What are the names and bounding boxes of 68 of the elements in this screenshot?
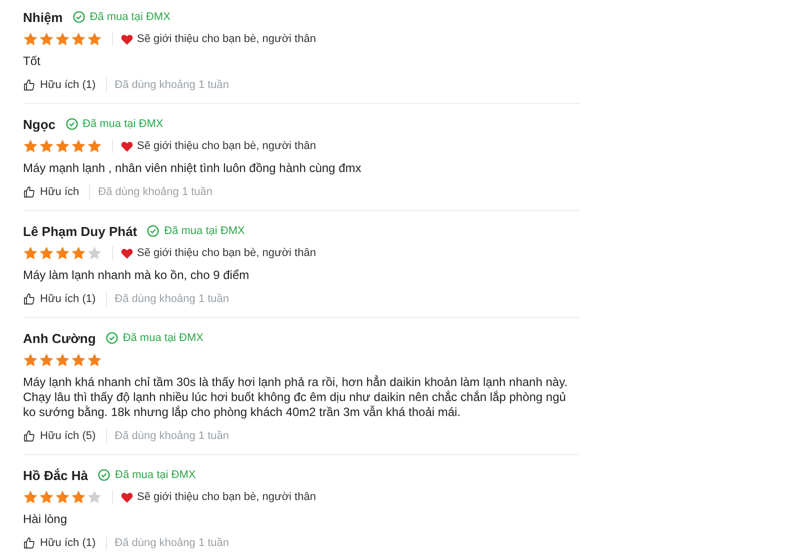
star-icon [55,139,70,153]
purchase-label: Đã mua tại ĐMX [122,332,204,344]
star-icon [39,32,54,46]
usage-duration: Đã dùng khoảng 1 tuần [114,293,230,305]
usage-duration: Đã dùng khoảng 1 tuần [98,186,213,198]
helpful-button[interactable]: Hữu ích (1) [23,293,96,305]
star-icon [23,490,38,504]
star-icon [23,32,38,46]
recommend-text: Sẽ giới thiệu cho bạn bè, người thân [137,247,316,259]
check-circle-icon [66,118,78,130]
review-text: Máy lạnh khá nhanh chỉ tầm 30s là thấy hơi lạnh phả ra rồi, hơn hẳn daikin khoản làm lạnh nhanh này. Chạy lâu thì thấy độ lạnh nhiều lúc hơi buốt không đc êm dịu như daikin nên chắc chắn lắp phòng ngủ ko sướng bằng. 18k nhưng lắp cho phòng khách 40m2 trần 3m vẫn khá thoải mái. [23,375,569,420]
star-icon [87,490,102,504]
star-icon [55,246,70,260]
reviewer-name: Lê Phạm Duy Phát [23,224,138,238]
helpful-button[interactable]: Hữu ích (5) [23,430,96,442]
heart-icon [121,140,133,152]
usage-duration: Đã dùng khoảng 1 tuần [114,537,230,549]
helpful-button[interactable]: Hữu ích (1) [23,79,96,91]
thumbs-up-icon [23,430,35,442]
reviewer-name: Nhiệm [23,10,63,24]
check-circle-icon [72,11,85,23]
reviewer-name: Hồ Đắc Hà [23,468,88,482]
star-icon [55,353,70,367]
purchase-label: Đã mua tại ĐMX [90,11,170,23]
check-circle-icon [106,332,118,344]
purchase-label: Đã mua tại ĐMX [82,118,164,130]
recommend-text: Sẽ giới thiệu cho bạn bè, người thân [137,140,316,152]
star-icon [55,490,70,504]
star-icon [39,490,54,504]
star-icon [87,246,102,260]
recommend-text: Sẽ giới thiệu cho bạn bè, người thân [137,33,316,45]
heart-icon [121,248,133,258]
thumbs-up-icon [23,79,35,91]
purchase-label: Đã mua tại ĐMX [164,225,245,237]
helpful-button[interactable]: Hữu ích (1) [23,537,96,549]
recommend-text: Sẽ giới thiệu cho bạn bè, người thân [137,491,316,503]
review-text: Tốt [23,54,42,69]
thumbs-up-icon [23,293,35,305]
star-icon [23,246,38,260]
star-icon [87,32,102,46]
thumbs-up-icon [23,186,35,198]
star-icon [71,139,86,153]
star-icon [87,139,102,153]
star-icon [23,139,38,153]
check-circle-icon [147,225,160,237]
star-icon [71,246,86,260]
usage-duration: Đã dùng khoảng 1 tuần [114,79,230,91]
star-icon [23,353,38,367]
review-text: Máy mạnh lạnh , nhân viên nhiệt tình luôn đồng hành cùng đmx [23,161,362,176]
star-icon [71,490,86,504]
star-icon [39,139,54,153]
review-text: Máy làm lạnh nhanh mà ko ồn, cho 9 điểm [23,268,250,283]
heart-icon [121,34,133,44]
review-text: Hài lòng [23,512,68,527]
heart-icon [121,492,133,502]
check-circle-icon [98,469,110,481]
thumbs-up-icon [23,537,35,549]
purchase-label: Đã mua tại ĐMX [115,469,196,481]
star-icon [55,32,70,46]
star-icon [39,246,54,260]
reviewer-name: Anh Cường [23,330,96,346]
star-icon [71,32,86,46]
reviewer-name: Ngọc [23,116,56,132]
star-icon [71,353,86,367]
star-icon [87,353,102,367]
usage-duration: Đã dùng khoảng 1 tuần [114,430,230,442]
helpful-button[interactable]: Hữu ích [23,186,80,198]
star-icon [39,353,54,367]
